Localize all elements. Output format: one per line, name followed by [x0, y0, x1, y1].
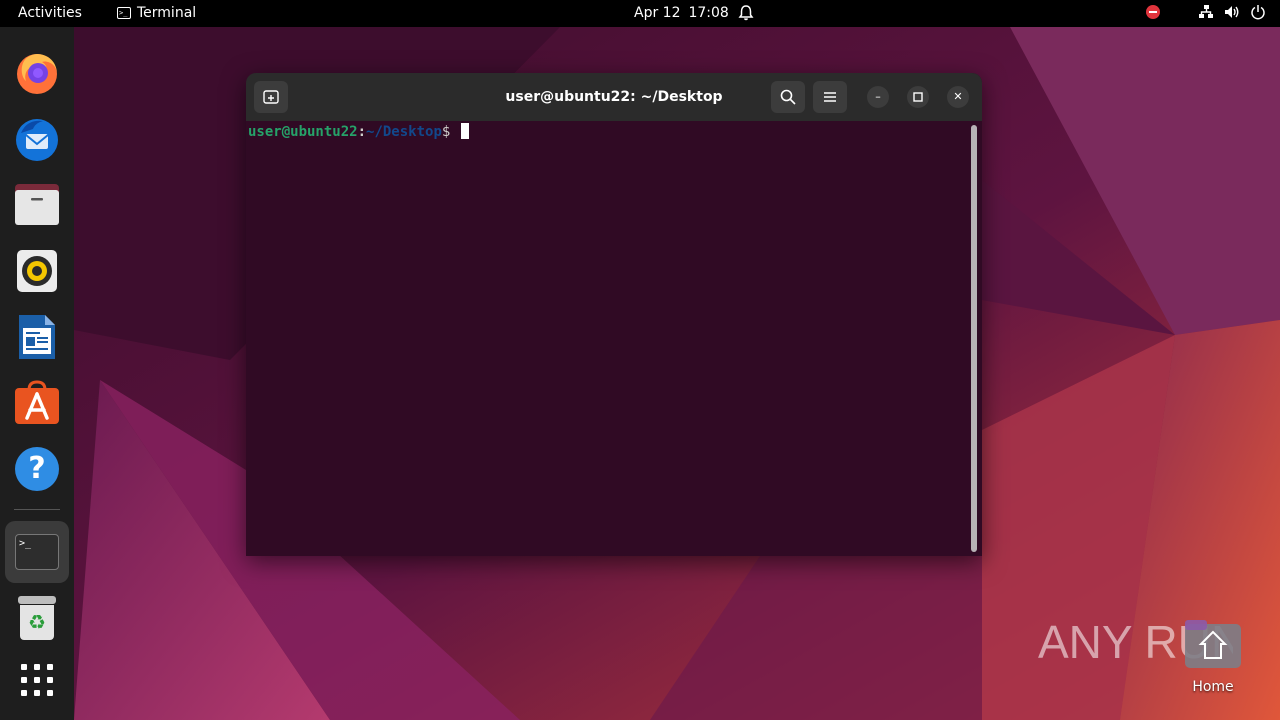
search-button[interactable]: [771, 81, 805, 113]
terminal-header-bar[interactable]: user@ubuntu22: ~/Desktop – ✕: [246, 73, 982, 121]
dock-separator: [14, 509, 60, 510]
dock-item-terminal[interactable]: >_: [5, 521, 69, 583]
network-icon[interactable]: [1198, 4, 1214, 20]
prompt-colon: :: [357, 124, 367, 140]
firefox-icon: [17, 54, 57, 94]
prompt-dollar: $: [441, 124, 459, 140]
minimize-icon: –: [875, 90, 881, 103]
app-menu-label: Terminal: [137, 5, 197, 21]
dock-item-files[interactable]: [5, 174, 69, 236]
prompt-user: user@ubuntu22: [248, 124, 358, 140]
dock-item-help[interactable]: ?: [5, 438, 69, 500]
dock-item-software[interactable]: [5, 372, 69, 434]
files-icon: [15, 184, 59, 225]
dock-item-show-apps[interactable]: [5, 649, 69, 711]
do-not-disturb-icon[interactable]: [1146, 5, 1160, 19]
activities-button[interactable]: Activities: [18, 5, 82, 21]
app-grid-icon: [21, 664, 53, 696]
dock-item-firefox[interactable]: [5, 42, 69, 104]
thunderbird-icon: [16, 119, 58, 161]
volume-icon[interactable]: [1224, 4, 1240, 20]
terminal-window: user@ubuntu22: ~/Desktop – ✕ user@ubuntu…: [246, 73, 982, 556]
home-folder-icon[interactable]: [1185, 620, 1241, 668]
clock[interactable]: Apr 12 17:08: [634, 5, 729, 21]
system-tray[interactable]: [1146, 4, 1266, 20]
text-cursor: [460, 123, 469, 139]
terminal-small-icon: >_: [117, 7, 131, 19]
close-button[interactable]: ✕: [947, 86, 969, 108]
trash-icon: ♻: [18, 596, 56, 640]
scrollbar[interactable]: [971, 125, 977, 552]
hamburger-menu-icon: [824, 92, 836, 102]
search-icon: [780, 89, 796, 105]
terminal-icon: >_: [15, 534, 59, 570]
new-tab-button[interactable]: [254, 81, 288, 113]
dock: ? >_ ♻: [0, 27, 74, 720]
menu-button[interactable]: [813, 81, 847, 113]
power-icon[interactable]: [1250, 4, 1266, 20]
prompt-path: ~/Desktop: [366, 124, 442, 140]
dock-item-writer[interactable]: [5, 306, 69, 368]
writer-icon: [19, 315, 55, 359]
clock-date: Apr 12: [634, 5, 681, 21]
top-bar: Activities >_ Terminal Apr 12 17:08: [0, 0, 1280, 27]
software-icon: [15, 380, 59, 424]
clock-time: 17:08: [688, 5, 729, 21]
app-menu[interactable]: >_ Terminal: [117, 5, 196, 21]
maximize-button[interactable]: [907, 86, 929, 108]
new-tab-icon: [263, 90, 279, 104]
dock-item-rhythmbox[interactable]: [5, 240, 69, 302]
prompt-line: user@ubuntu22:~/Desktop$: [248, 122, 469, 142]
terminal-content[interactable]: user@ubuntu22:~/Desktop$: [246, 121, 982, 556]
help-icon: ?: [15, 447, 59, 491]
maximize-icon: [913, 92, 923, 102]
rhythmbox-icon: [17, 250, 57, 292]
dock-item-thunderbird[interactable]: [5, 108, 69, 170]
minimize-button[interactable]: –: [867, 86, 889, 108]
home-folder-label[interactable]: Home: [1178, 679, 1248, 695]
dock-item-trash[interactable]: ♻: [5, 587, 69, 649]
close-icon: ✕: [953, 90, 963, 103]
bell-icon[interactable]: [738, 4, 754, 22]
